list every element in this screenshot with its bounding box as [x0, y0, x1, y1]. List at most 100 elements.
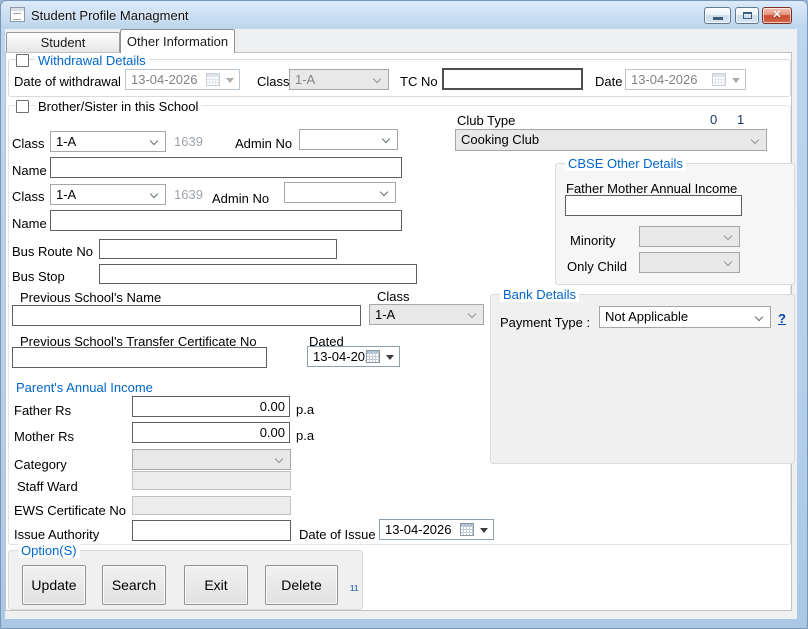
ews-certificate-input — [132, 496, 291, 515]
dropdown-arrow-icon — [480, 528, 488, 533]
chevron-down-icon — [755, 313, 763, 321]
cbse-title: CBSE Other Details — [565, 156, 686, 171]
sibling1-class-dropdown[interactable]: 1-A — [50, 131, 166, 152]
withdrawal-checkbox[interactable] — [16, 54, 29, 67]
club-type-dropdown: Cooking Club — [455, 129, 767, 151]
withdrawal-date-value: 13-04-2026 — [631, 72, 698, 87]
maximize-button[interactable] — [735, 7, 759, 24]
prev-school-tc-input[interactable] — [12, 347, 267, 368]
payment-help-link[interactable]: ? — [778, 311, 786, 326]
issue-authority-label: Issue Authority — [14, 527, 99, 542]
payment-type-label: Payment Type : — [500, 315, 590, 330]
mother-income-input[interactable]: 0.00 — [132, 422, 290, 443]
tc-no-input[interactable] — [442, 68, 583, 90]
minority-label: Minority — [570, 233, 616, 248]
payment-type-dropdown[interactable]: Not Applicable — [599, 306, 771, 328]
chevron-down-icon — [724, 258, 732, 266]
club-type-label: Club Type — [457, 113, 515, 128]
sibling1-code-hint: 1639 — [174, 134, 203, 149]
father-income-input[interactable]: 0.00 — [132, 396, 290, 417]
app-window: Student Profile Managment ✕ Student Info… — [0, 0, 808, 629]
withdrawal-date-label: Date — [595, 74, 622, 89]
date-of-withdrawal-label: Date of withdrawal — [14, 74, 121, 89]
sibling2-class-value: 1-A — [56, 187, 76, 202]
chevron-down-icon — [382, 135, 390, 143]
close-button[interactable]: ✕ — [762, 7, 792, 24]
chevron-down-icon — [380, 188, 388, 196]
only-child-label: Only Child — [567, 259, 627, 274]
chevron-down-icon — [751, 136, 759, 144]
withdrawal-class-dropdown: 1-A — [289, 69, 389, 90]
mother-pa-suffix: p.a — [296, 428, 314, 443]
withdrawal-date-picker: 13-04-2026 — [625, 69, 746, 90]
tab-page-other-information: Withdrawal Details Date of withdrawal 13… — [5, 52, 792, 611]
issue-authority-input[interactable] — [132, 520, 291, 541]
category-dropdown — [132, 449, 291, 470]
mother-rs-label: Mother Rs — [14, 429, 74, 444]
window-title: Student Profile Managment — [31, 8, 189, 23]
sibling2-class-dropdown[interactable]: 1-A — [50, 184, 166, 205]
tab-student-information[interactable]: Student Information — [6, 32, 120, 53]
chevron-down-icon — [468, 310, 476, 318]
withdrawal-title: Withdrawal Details — [35, 53, 149, 68]
calendar-icon — [366, 350, 380, 363]
chevron-down-icon — [150, 190, 158, 198]
sibling1-admin-no-dropdown[interactable] — [299, 129, 398, 150]
update-button[interactable]: Update — [22, 565, 86, 605]
dated-picker[interactable]: 13-04-2026 — [307, 346, 400, 367]
prev-school-class-dropdown: 1-A — [369, 304, 484, 325]
bus-route-label: Bus Route No — [12, 244, 93, 259]
date-of-issue-value: 13-04-2026 — [385, 522, 452, 537]
staff-ward-input — [132, 471, 291, 490]
sibling1-name-label: Name — [12, 163, 47, 178]
search-button[interactable]: Search — [102, 565, 166, 605]
chevron-down-icon — [373, 75, 381, 83]
minority-dropdown — [639, 226, 740, 247]
prev-school-name-input[interactable] — [12, 305, 361, 326]
siblings-checkbox[interactable] — [16, 100, 29, 113]
chevron-down-icon — [150, 137, 158, 145]
cbse-income-input[interactable] — [565, 195, 742, 216]
date-of-issue-label: Date of Issue — [299, 527, 376, 542]
dropdown-arrow-icon — [732, 78, 740, 83]
delete-button[interactable]: Delete — [265, 565, 338, 605]
father-pa-suffix: p.a — [296, 402, 314, 417]
date-of-withdrawal-value: 13-04-2026 — [131, 72, 198, 87]
ews-certificate-label: EWS Certificate No — [14, 503, 126, 518]
dropdown-arrow-icon — [226, 78, 234, 83]
maximize-icon — [743, 12, 752, 19]
chevron-down-icon — [275, 455, 283, 463]
minimize-button[interactable] — [704, 7, 731, 24]
club-marker-1: 1 — [737, 112, 744, 127]
date-of-issue-picker[interactable]: 13-04-2026 — [379, 519, 494, 540]
club-marker-0: 0 — [710, 112, 717, 127]
withdrawal-class-value: 1-A — [295, 72, 315, 87]
category-label: Category — [14, 457, 67, 472]
options-title: Option(S) — [18, 543, 80, 558]
app-icon — [10, 7, 25, 22]
cbse-income-label: Father Mother Annual Income — [566, 181, 737, 196]
calendar-icon — [460, 523, 474, 536]
close-icon: ✕ — [772, 9, 781, 21]
record-count-badge: 11 — [350, 584, 358, 593]
staff-ward-label: Staff Ward — [17, 479, 78, 494]
bus-stop-input[interactable] — [99, 264, 417, 284]
tab-other-information[interactable]: Other Information — [120, 29, 235, 53]
exit-button[interactable]: Exit — [184, 565, 248, 605]
minimize-icon — [713, 17, 723, 20]
sibling2-admin-no-dropdown[interactable] — [284, 182, 396, 203]
sibling1-class-label: Class — [12, 136, 45, 151]
sibling2-admin-no-label: Admin No — [212, 191, 269, 206]
prev-school-name-label: Previous School's Name — [20, 290, 161, 305]
sibling2-class-label: Class — [12, 189, 45, 204]
bus-route-input[interactable] — [99, 239, 337, 259]
sibling1-admin-no-label: Admin No — [235, 136, 292, 151]
payment-type-value: Not Applicable — [605, 309, 688, 324]
sibling1-name-input[interactable] — [50, 157, 402, 178]
tc-no-label: TC No — [400, 74, 438, 89]
sibling2-name-input[interactable] — [50, 210, 402, 231]
title-bar[interactable]: Student Profile Managment ✕ — [1, 1, 807, 29]
form-client-area: Student Information Other Information Wi… — [5, 29, 797, 619]
withdrawal-class-label: Class — [257, 74, 290, 89]
siblings-checkbox-label: Brother/Sister in this School — [35, 99, 201, 114]
